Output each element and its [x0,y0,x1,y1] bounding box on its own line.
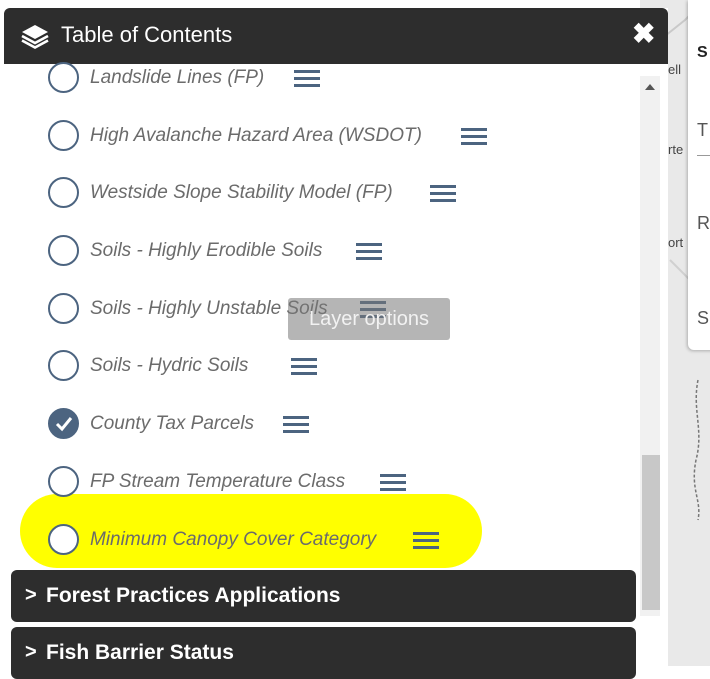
layer-options-tooltip: Layer options [288,298,450,340]
layer-toggle[interactable] [48,524,79,555]
layer-options-menu-icon[interactable] [380,474,406,492]
layer-options-menu-icon[interactable] [294,70,320,88]
layer-label: Landslide Lines (FP) [90,67,265,88]
panel-header: Table of Contents ✖ [4,8,668,64]
layer-label: Soils - Highly Erodible Soils [90,240,323,261]
layer-row: Westside Slope Stability Model (FP) [48,177,488,213]
layer-row: County Tax Parcels [48,408,488,444]
chevron-right-icon: > [25,584,37,606]
layer-options-menu-icon[interactable] [291,358,317,376]
layer-label: County Tax Parcels [90,413,255,434]
map-label-fragment: ort [668,235,684,250]
layer-options-menu-icon[interactable] [356,243,382,261]
section-label: Forest Practices Applications [46,584,341,607]
layer-toggle[interactable] [48,177,79,208]
layer-options-menu-icon[interactable] [430,185,456,203]
close-button[interactable]: ✖ [632,20,655,48]
layer-row: High Avalanche Hazard Area (WSDOT) [48,120,488,156]
panel-title: Table of Contents [61,22,233,47]
section-forest-practices-applications[interactable]: > Forest Practices Applications [11,570,636,622]
map-label-fragment: rte [668,142,684,157]
section-label: Fish Barrier Status [46,641,234,664]
side-card-field: R [697,213,710,233]
layer-label: Soils - Hydric Soils [90,355,249,376]
side-card-heading: S [697,44,708,61]
layer-toggle[interactable] [48,350,79,381]
layer-row: Minimum Canopy Cover Category [48,524,488,560]
map-label-fragment: ell [668,62,682,77]
layer-toggle[interactable] [48,293,79,324]
layer-options-menu-icon[interactable] [413,532,439,550]
layer-row: Soils - Hydric Soils [48,350,488,386]
layer-row: Soils - Highly Erodible Soils [48,235,488,271]
layer-row: FP Stream Temperature Class [48,466,488,502]
layers-icon [20,23,50,54]
layer-options-menu-icon[interactable] [461,128,487,146]
layer-options-menu-icon[interactable] [283,416,309,434]
layer-row: Landslide Lines (FP) [48,62,488,98]
scroll-up-arrow-icon[interactable] [645,84,655,90]
layer-label: FP Stream Temperature Class [90,471,346,492]
layer-toggle[interactable] [48,466,79,497]
layer-label: Westside Slope Stability Model (FP) [90,182,393,203]
layer-toggle-checked[interactable] [48,408,79,439]
layer-toggle[interactable] [48,120,79,151]
layer-label: High Avalanche Hazard Area (WSDOT) [90,125,422,146]
side-card-field: T [697,120,708,140]
scrollbar-thumb[interactable] [642,455,660,610]
chevron-right-icon: > [25,641,37,663]
side-card-field: S [697,308,710,328]
side-card-divider [697,155,710,156]
checkmark-icon [55,417,73,432]
layer-label: Minimum Canopy Cover Category [90,529,377,550]
layer-toggle[interactable] [48,62,79,93]
layer-toggle[interactable] [48,235,79,266]
section-fish-barrier-status[interactable]: > Fish Barrier Status [11,627,636,679]
